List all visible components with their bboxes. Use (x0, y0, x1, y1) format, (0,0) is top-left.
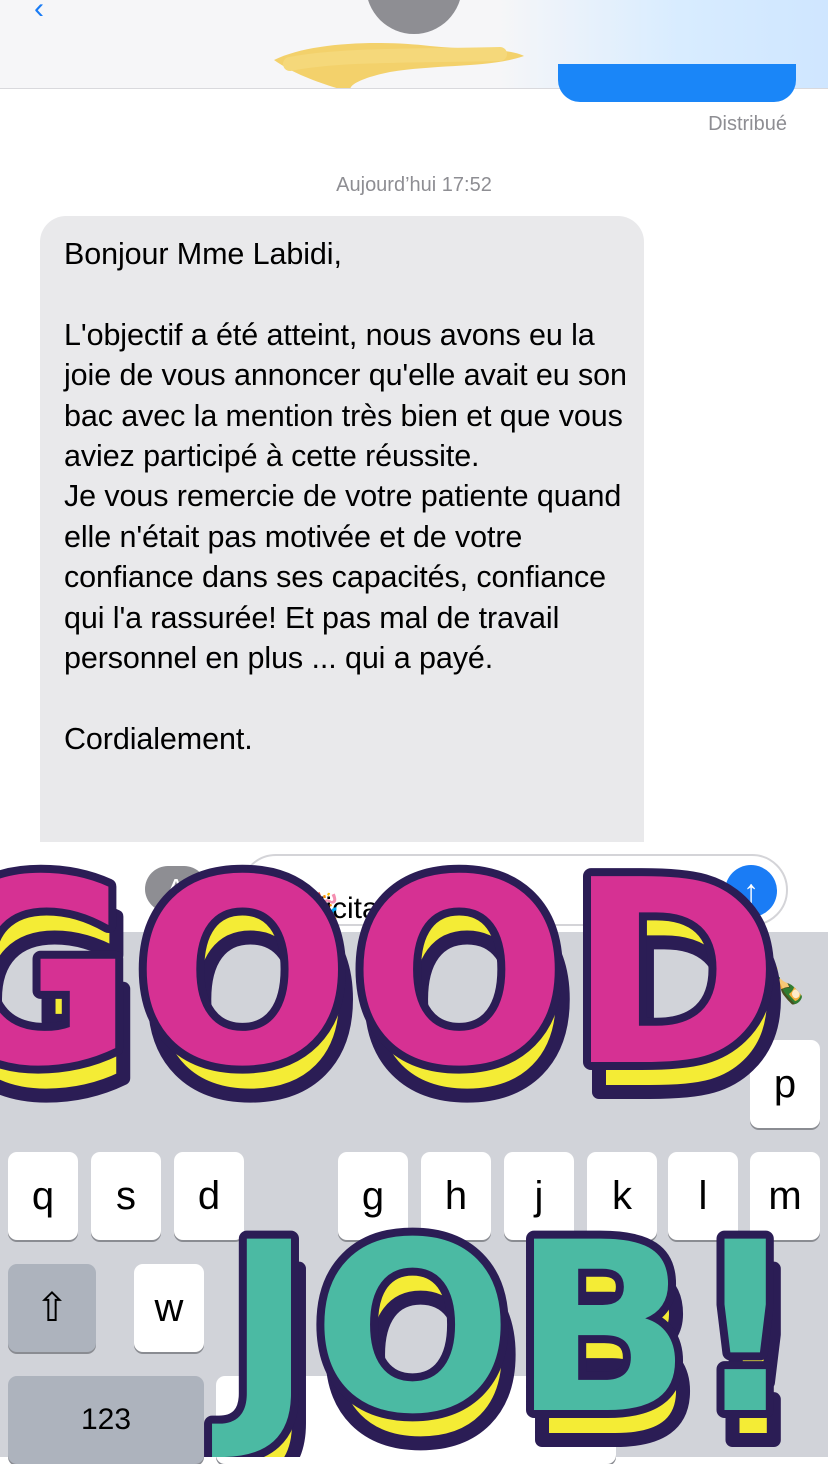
good-job-sticker: GOOD GOOD JOB! JOB! (0, 830, 814, 1457)
sticker-job-text: JOB! (211, 1193, 799, 1457)
message-timestamp: Aujourd’hui 17:52 (336, 174, 492, 196)
incoming-message-bubble[interactable]: Bonjour Mme Labidi, L'objectif a été att… (40, 216, 644, 876)
redaction-scribble (274, 42, 524, 88)
sticker-good-text: GOOD (0, 830, 779, 1123)
delivered-status: Distribué (708, 113, 787, 135)
message-text: Bonjour Mme Labidi, L'objectif a été att… (64, 237, 627, 756)
previous-sent-bubble (558, 64, 796, 102)
chevron-left-icon[interactable]: ‹ (34, 0, 44, 26)
contact-avatar[interactable] (366, 0, 462, 34)
